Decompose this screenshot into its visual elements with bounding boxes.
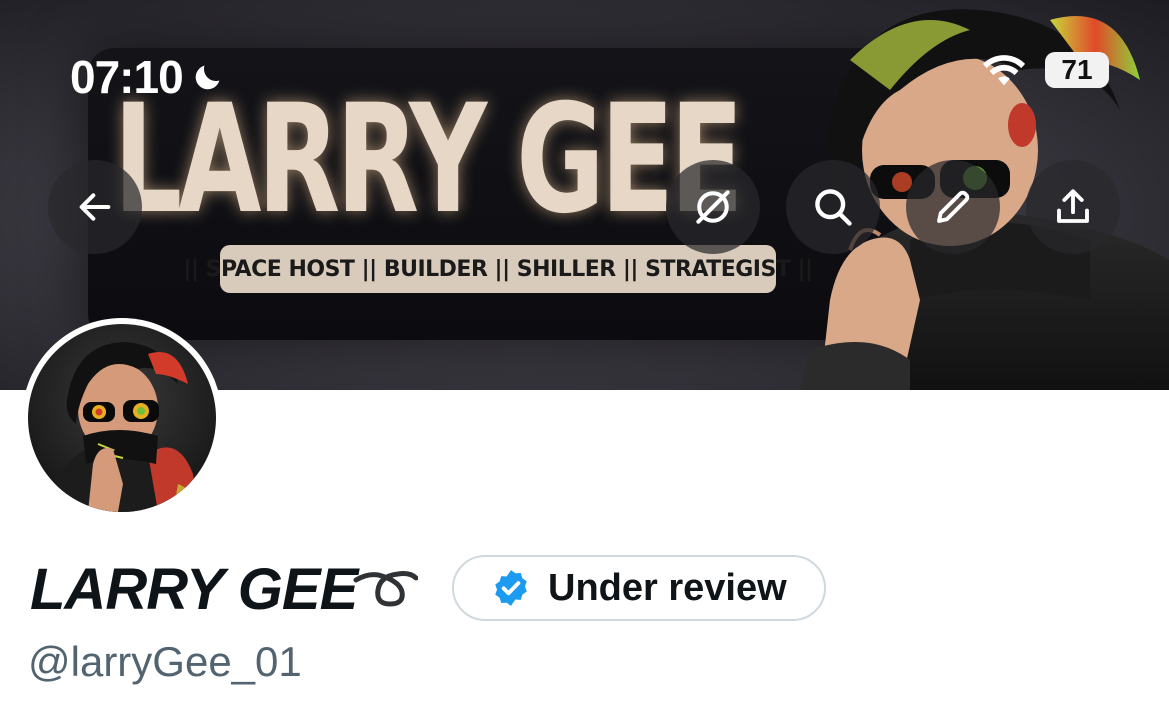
search-icon bbox=[815, 189, 852, 226]
status-time: 07:10 bbox=[70, 50, 225, 104]
verified-badge-icon bbox=[495, 570, 527, 606]
back-button[interactable] bbox=[48, 160, 142, 254]
grok-button[interactable] bbox=[666, 160, 760, 254]
display-name: LARRY GEE bbox=[30, 557, 358, 622]
search-button[interactable] bbox=[786, 160, 880, 254]
status-time-text: 07:10 bbox=[70, 51, 184, 103]
grok-icon bbox=[696, 190, 730, 224]
banner-title: LARRY GEE bbox=[113, 73, 743, 247]
battery-icon: 71 bbox=[1045, 52, 1109, 88]
battery-level: 71 bbox=[1061, 54, 1093, 85]
avatar-character-art bbox=[28, 324, 216, 512]
wifi-icon bbox=[982, 55, 1026, 86]
banner-tagline: || SPACE HOST || BUILDER || SHILLER || S… bbox=[183, 245, 813, 293]
share-icon bbox=[1057, 189, 1089, 223]
status-indicators: 71 bbox=[981, 52, 1109, 88]
verification-status-label: Under review bbox=[548, 566, 787, 609]
edit-button[interactable] bbox=[906, 160, 1000, 254]
share-button[interactable] bbox=[1026, 160, 1120, 254]
pencil-icon bbox=[937, 190, 970, 223]
verification-status-button[interactable]: Under review bbox=[452, 555, 826, 621]
curly-loop-icon bbox=[353, 571, 418, 607]
moon-icon bbox=[195, 65, 219, 90]
avatar[interactable] bbox=[22, 318, 222, 518]
avatar-image bbox=[28, 324, 216, 512]
back-arrow-icon bbox=[79, 193, 111, 221]
profile-handle: @larryGee_01 bbox=[28, 638, 302, 685]
